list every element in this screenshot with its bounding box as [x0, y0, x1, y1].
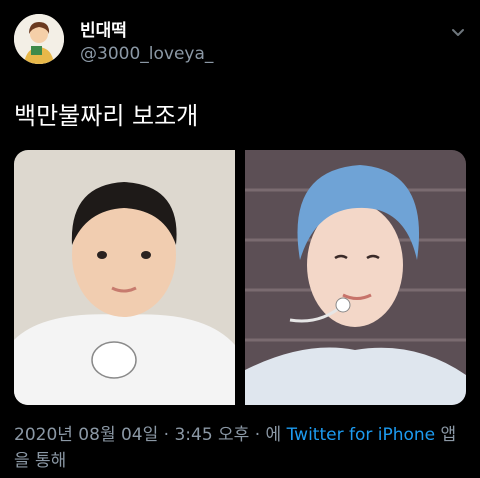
avatar[interactable] [14, 14, 64, 64]
photo-left[interactable] [14, 150, 235, 405]
media-grid [14, 150, 466, 405]
display-name[interactable]: 빈대떡 [80, 16, 127, 41]
tweet-metadata: 2020년 08월 04일 · 3:45 오후 · 에 Twitter for … [14, 422, 466, 474]
source-app-link[interactable]: Twitter for iPhone [287, 425, 436, 445]
timestamp[interactable]: 2020년 08월 04일 · 3:45 오후 · 에 [14, 425, 281, 445]
tweet-text: 백만불짜리 보조개 [14, 102, 199, 130]
chevron-down-icon[interactable] [448, 22, 468, 42]
photo-right[interactable] [245, 150, 466, 405]
tweet-card: 빈대떡 @3000_loveya_ 백만불짜리 보조개 2020년 08월 04… [0, 0, 480, 478]
user-handle[interactable]: @3000_loveya_ [80, 44, 213, 64]
